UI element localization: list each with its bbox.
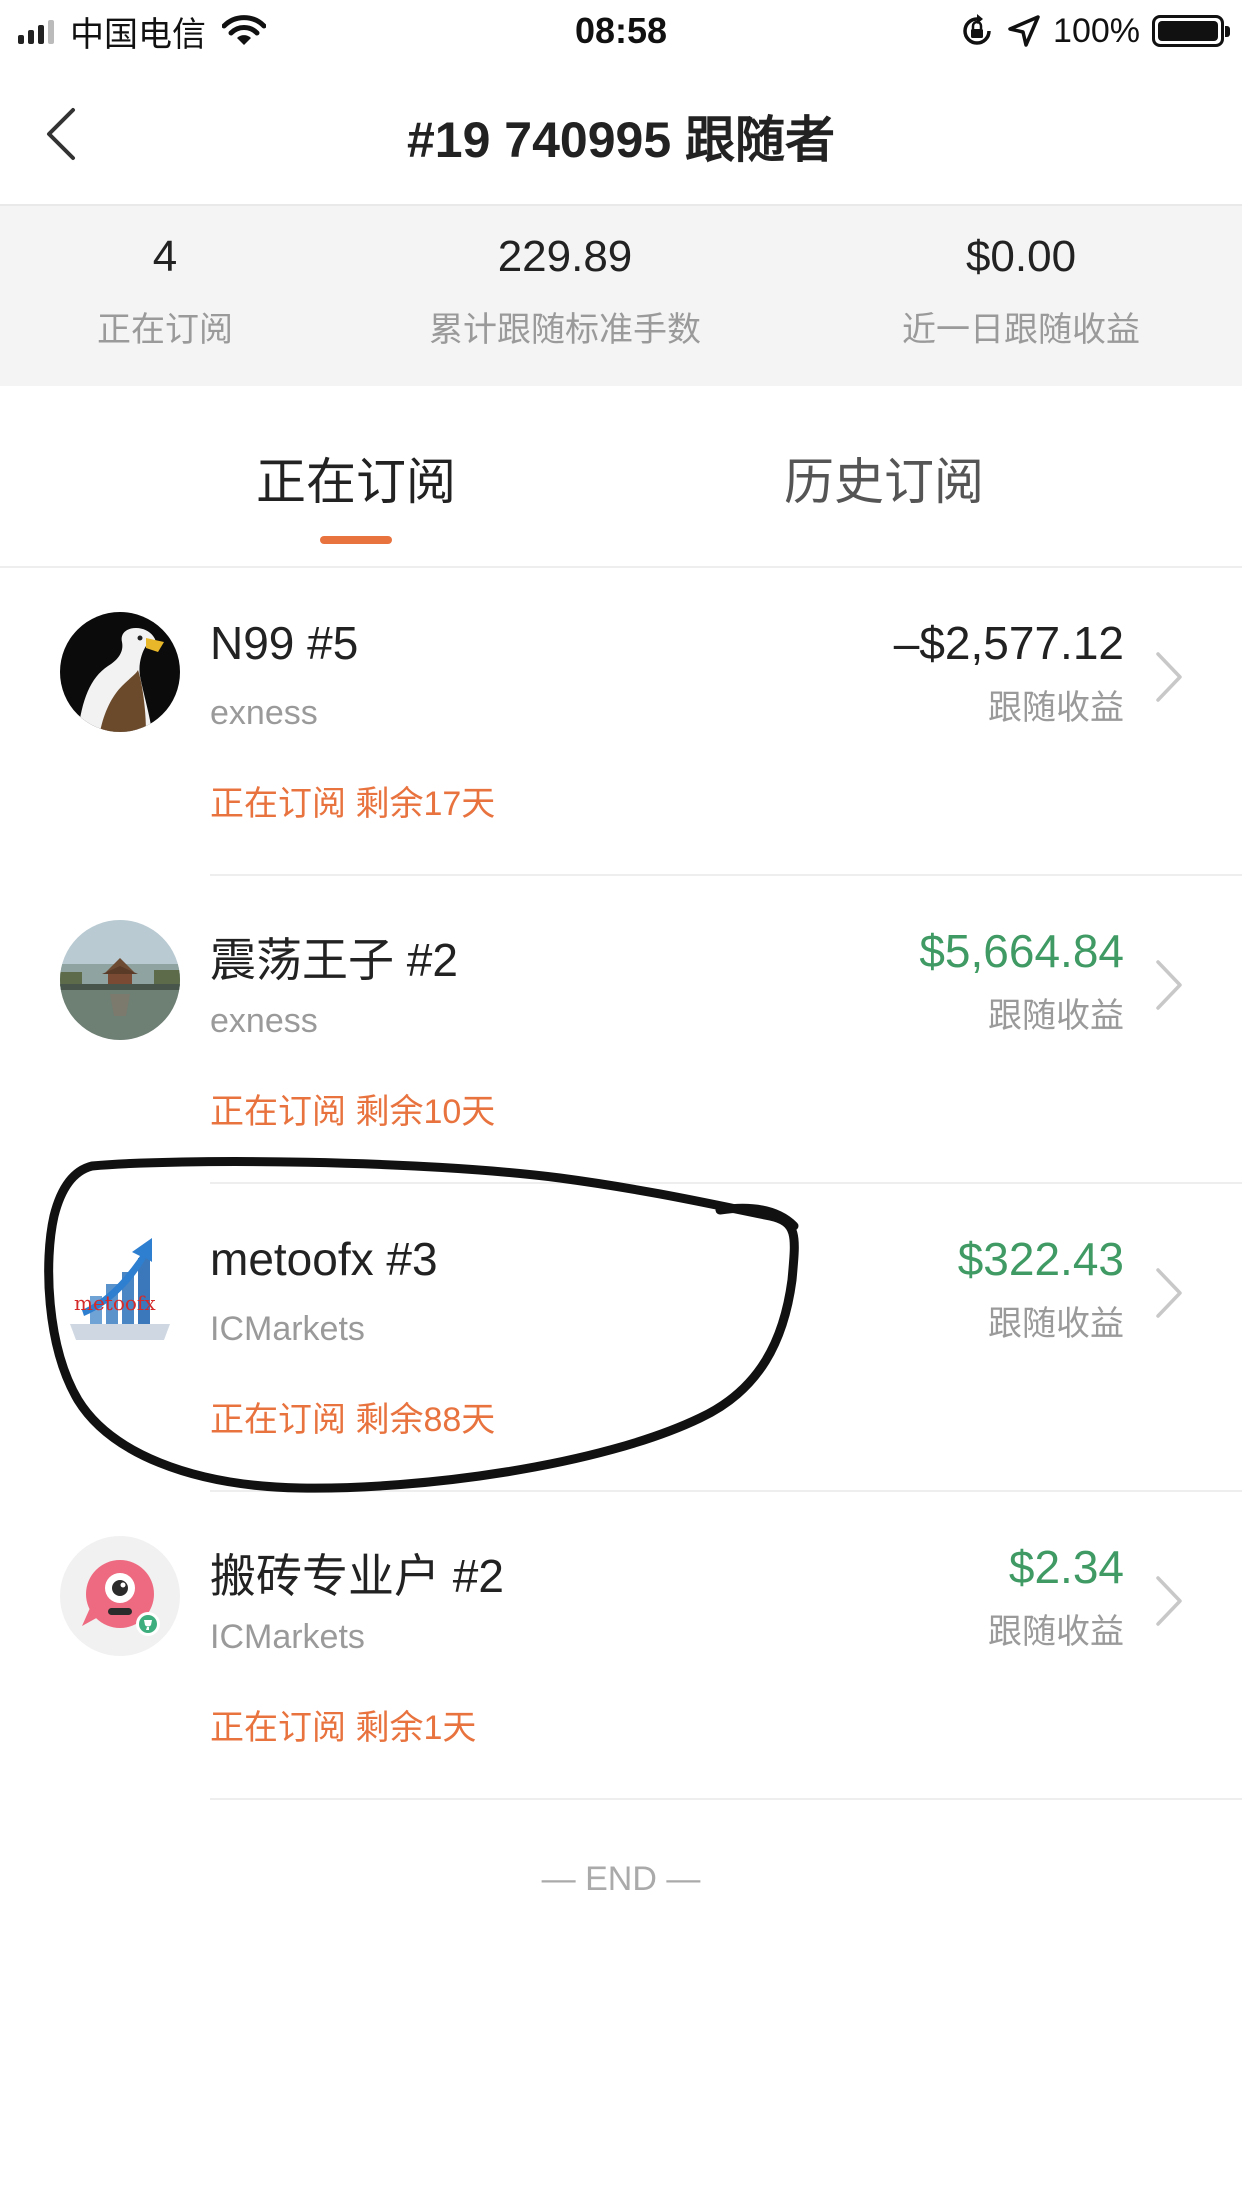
tab-bar: 正在订阅 历史订阅 [0,386,1242,568]
avatar [60,1536,180,1656]
location-arrow-icon [1008,15,1040,47]
broker-name: exness [210,694,318,732]
status-bar-right: 100% [959,8,1230,54]
stat-total-lots: 229.89 累计跟随标准手数 [330,206,800,386]
nav-bar: #19 740995 跟随者 [0,62,1242,206]
chevron-right-icon [1156,1268,1182,1318]
stat-active-subscriptions: 4 正在订阅 [0,206,330,386]
stat-label: 累计跟随标准手数 [429,311,701,349]
tab-indicator [320,536,392,544]
stat-daily-profit: $0.00 近一日跟随收益 [800,206,1242,386]
broker-name: ICMarkets [210,1618,365,1656]
list-item[interactable]: 震荡王子 #2 exness 正在订阅 剩余10天 $5,664.84 跟随收益 [0,876,1242,1184]
stat-value: 229.89 [497,232,633,281]
broker-name: ICMarkets [210,1310,365,1348]
subscription-status: 正在订阅 剩余1天 [210,1709,477,1747]
avatar: metoofx [60,1228,180,1348]
avatar-logo-text: metoofx [74,1291,156,1315]
subscription-list: N99 #5 exness 正在订阅 剩余17天 –$2,577.12 跟随收益 [0,568,1242,1800]
subscription-status: 正在订阅 剩余17天 [210,785,496,823]
pink-monster-avatar-icon [60,1536,180,1656]
status-bar: 中国电信 08:58 100% [0,0,1242,62]
subscription-status: 正在订阅 剩余88天 [210,1401,496,1439]
follow-profit-label: 跟随收益 [988,997,1124,1035]
tab-history-subscriptions[interactable]: 历史订阅 [784,442,984,514]
stats-summary: 4 正在订阅 229.89 累计跟随标准手数 $0.00 近一日跟随收益 [0,206,1242,386]
avatar [60,612,180,732]
page-title: #19 740995 跟随者 [406,112,836,168]
follow-profit: –$2,577.12 [893,617,1124,669]
follow-profit: $322.43 [957,1233,1124,1285]
chevron-right-icon [1156,1576,1182,1626]
trader-name: 震荡王子 #2 [210,934,458,986]
orientation-lock-icon [963,14,991,45]
eagle-avatar-icon [60,612,180,732]
trader-name: N99 #5 [210,617,359,669]
stat-label: 近一日跟随收益 [902,311,1140,349]
avatar [60,920,180,1040]
list-item[interactable]: N99 #5 exness 正在订阅 剩余17天 –$2,577.12 跟随收益 [0,568,1242,876]
tab-active-subscriptions[interactable]: 正在订阅 [256,442,456,514]
battery-icon [1152,15,1230,47]
trader-name: 搬砖专业户 #2 [210,1550,504,1602]
broker-name: exness [210,1002,318,1040]
follow-profit: $2.34 [1008,1541,1124,1593]
follow-profit-label: 跟随收益 [988,1305,1124,1343]
follow-profit-label: 跟随收益 [988,689,1124,727]
chevron-right-icon [1156,960,1182,1010]
battery-percent: 100% [1053,11,1140,50]
list-end-marker: — END — [541,1860,701,1898]
stat-label: 正在订阅 [97,311,233,349]
metoofx-logo-icon: metoofx [60,1228,180,1348]
divider [210,1798,1242,1800]
trader-name: metoofx #3 [210,1233,438,1285]
stat-value: 4 [152,232,178,281]
chevron-right-icon [1156,652,1182,702]
follow-profit-label: 跟随收益 [988,1613,1124,1651]
stat-value: $0.00 [965,232,1077,281]
list-item[interactable]: metoofx metoofx #3 ICMarkets 正在订阅 剩余88天 … [0,1184,1242,1492]
follow-profit: $5,664.84 [919,925,1124,977]
palace-avatar-icon [60,920,180,1040]
subscription-status: 正在订阅 剩余10天 [210,1093,496,1131]
list-item[interactable]: 搬砖专业户 #2 ICMarkets 正在订阅 剩余1天 $2.34 跟随收益 [0,1492,1242,1800]
